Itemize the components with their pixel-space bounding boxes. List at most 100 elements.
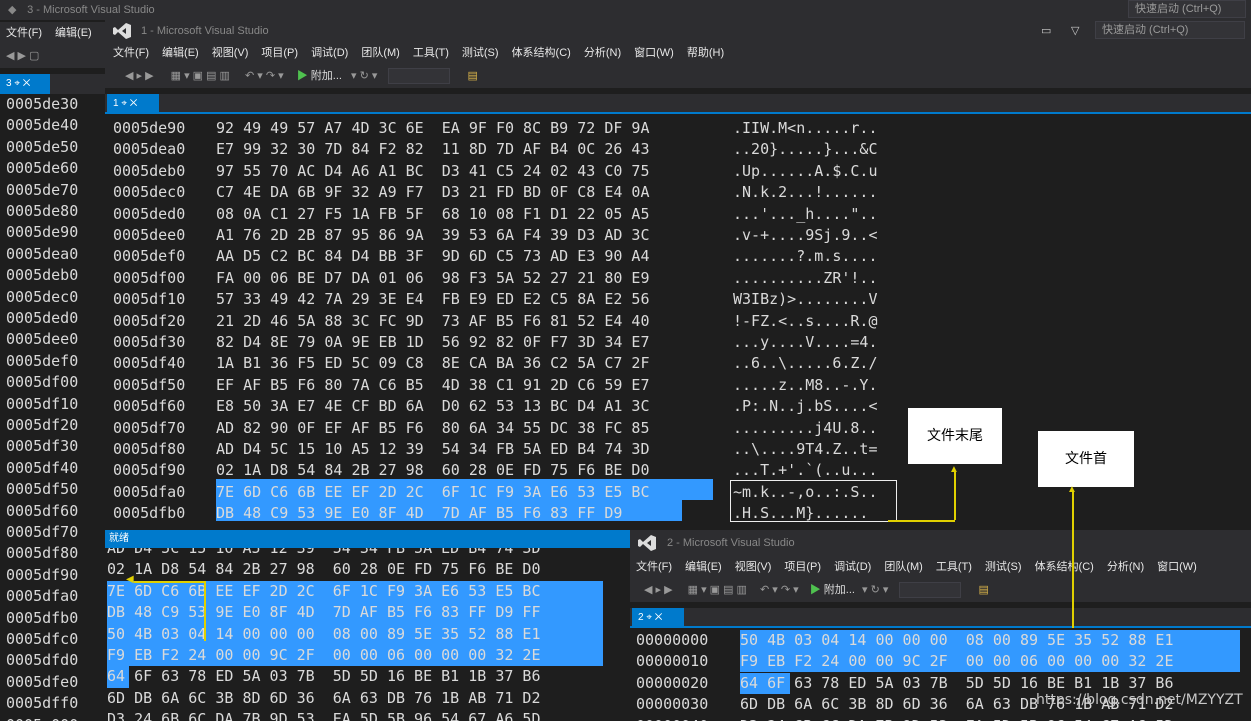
third-menu-item[interactable]: 文件(F) bbox=[636, 556, 672, 578]
hex-ascii[interactable]: .....z..M8..-.Y. bbox=[733, 375, 878, 396]
back-forward-icon[interactable]: ◀ ▸ ▶ bbox=[125, 70, 154, 82]
hex-bytes[interactable]: AD D4 5C 15 10 A5 12 39 54 34 FB 5A ED B… bbox=[107, 548, 540, 559]
hex-bytes[interactable]: F9 EB F2 24 00 00 9C 2F 00 00 06 00 00 0… bbox=[740, 651, 1173, 672]
third-menu-item[interactable]: 团队(M) bbox=[884, 556, 923, 578]
hex-ascii[interactable]: ..\....9T4.Z..t= bbox=[733, 439, 878, 460]
start-icon[interactable]: ▶ bbox=[810, 584, 821, 596]
main-menu-item[interactable]: 帮助(H) bbox=[687, 42, 724, 64]
third-menu-item[interactable]: 测试(S) bbox=[985, 556, 1022, 578]
hex-bytes[interactable]: AD D4 5C 15 10 A5 12 39 54 34 FB 5A ED B… bbox=[216, 439, 649, 460]
hex-bytes[interactable]: 1A B1 36 F5 ED 5C 09 C8 8E CA BA 36 C2 5… bbox=[216, 353, 649, 374]
main-quick-launch[interactable]: 快速启动 (Ctrl+Q) bbox=[1095, 21, 1245, 39]
hex-bytes[interactable]: 6D DB 6A 6C 3B 8D 6D 36 6A 63 DB 76 1B A… bbox=[107, 688, 540, 709]
start-icon[interactable]: ▶ bbox=[297, 70, 308, 82]
main-menu-item[interactable]: 视图(V) bbox=[212, 42, 249, 64]
main-menu-item[interactable]: 文件(F) bbox=[113, 42, 149, 64]
refresh-icon[interactable]: ▾ ↻ ▾ bbox=[862, 584, 888, 596]
hex-bytes[interactable]: FA 00 06 BE D7 DA 01 06 98 F3 5A 52 27 2… bbox=[216, 268, 649, 289]
main-menu-item[interactable]: 窗口(W) bbox=[634, 42, 674, 64]
main-doc-tab[interactable]: 1 ⌖ ✕ bbox=[107, 94, 159, 114]
attach-button[interactable]: 附加... bbox=[311, 70, 342, 82]
hex-ascii[interactable]: ...y....V....=4. bbox=[733, 332, 878, 353]
hex-bytes[interactable]: DB 48 C9 53 9E E0 8F 4D 7D AF B5 F6 83 F… bbox=[216, 503, 622, 524]
hex-bytes[interactable]: AA D5 C2 BC 84 D4 BB 3F 9D 6D C5 73 AD E… bbox=[216, 246, 649, 267]
hex-bytes[interactable]: 08 0A C1 27 F5 1A FB 5F 68 10 08 F1 D1 2… bbox=[216, 204, 649, 225]
third-menu-item[interactable]: 编辑(E) bbox=[685, 556, 722, 578]
hex-bytes[interactable]: 64 6F 63 78 ED 5A 03 7B 5D 5D 16 BE B1 1… bbox=[107, 666, 540, 687]
new-project-icon[interactable]: ▦ ▾ ▣ ▤ ▥ bbox=[171, 70, 230, 82]
hex-ascii[interactable]: ...T.+'.`(..u... bbox=[733, 460, 878, 481]
hex-bytes[interactable]: 7E 6D C6 6B EE EF 2D 2C 6F 1C F9 3A E6 5… bbox=[216, 482, 649, 503]
back-doc-tab[interactable]: 3 ⌖ ✕ bbox=[0, 74, 50, 94]
hex-ascii[interactable]: .H.S...M}...... bbox=[733, 503, 868, 524]
third-menu-item[interactable]: 视图(V) bbox=[735, 556, 772, 578]
main-menu-item[interactable]: 体系结构(C) bbox=[512, 42, 571, 64]
hex-ascii[interactable]: ~m.k..-,o..:.S.. bbox=[733, 482, 878, 503]
main-menu-item[interactable]: 调试(D) bbox=[311, 42, 348, 64]
back-forward-icon[interactable]: ◀ ▸ ▶ bbox=[644, 584, 673, 596]
hex-ascii[interactable]: .......?.m.s.... bbox=[733, 246, 878, 267]
hex-bytes[interactable]: 57 33 49 42 7A 29 3E E4 FB E9 ED E2 C5 8… bbox=[216, 289, 649, 310]
back-quick-launch[interactable]: 快速启动 (Ctrl+Q) bbox=[1128, 0, 1246, 18]
undo-icon[interactable]: ↶ ▾ ↷ ▾ bbox=[245, 70, 284, 82]
main-menu-item[interactable]: 编辑(E) bbox=[162, 42, 199, 64]
undo-icon[interactable]: ↶ ▾ ↷ ▾ bbox=[760, 584, 799, 596]
hex-ascii[interactable]: .v-+....9Sj.9..< bbox=[733, 225, 878, 246]
hex-bytes[interactable]: DB 48 C9 53 9E E0 8F 4D 7D AF B5 F6 83 F… bbox=[107, 602, 540, 623]
back-menu-file[interactable]: 文件(F) bbox=[6, 22, 42, 44]
hex-bytes[interactable]: F9 EB F2 24 00 00 9C 2F 00 00 06 00 00 0… bbox=[107, 645, 540, 666]
hex-ascii[interactable]: .Up......A.$.C.u bbox=[733, 161, 878, 182]
hex-ascii[interactable]: !-FZ.<..s....R.@ bbox=[733, 311, 878, 332]
third-menu-item[interactable]: 分析(N) bbox=[1107, 556, 1144, 578]
hex-bytes[interactable]: 64 6F 63 78 ED 5A 03 7B 5D 5D 16 BE B1 1… bbox=[740, 673, 1173, 694]
attach-button[interactable]: 附加... bbox=[824, 584, 855, 596]
third-menu-item[interactable]: 调试(D) bbox=[834, 556, 871, 578]
find-icon[interactable]: ▤ bbox=[468, 70, 478, 82]
hex-bytes[interactable]: D3 24 6B 6C DA 7B 9D 53 EA 5D 5B 96 54 6… bbox=[740, 716, 1173, 721]
filter-icon[interactable]: ▽ bbox=[1071, 20, 1079, 42]
hex-bytes[interactable]: E8 50 3A E7 4E CF BD 6A D0 62 53 13 BC D… bbox=[216, 396, 649, 417]
new-project-icon[interactable]: ▦ ▾ ▣ ▤ ▥ bbox=[688, 584, 747, 596]
main-menu-item[interactable]: 项目(P) bbox=[261, 42, 298, 64]
notification-icon[interactable]: ▭ bbox=[1041, 20, 1051, 42]
third-menu-item[interactable]: 体系结构(C) bbox=[1035, 556, 1094, 578]
config-dropdown[interactable] bbox=[388, 68, 451, 85]
hex-ascii[interactable]: .N.k.2...!...... bbox=[733, 182, 878, 203]
third-menu-item[interactable]: 窗口(W) bbox=[1157, 556, 1197, 578]
hex-bytes[interactable]: 50 4B 03 04 14 00 00 00 08 00 89 5E 35 5… bbox=[107, 624, 540, 645]
config-dropdown[interactable] bbox=[899, 582, 962, 599]
hex-ascii[interactable]: W3IBz)>........V bbox=[733, 289, 878, 310]
main-menu-item[interactable]: 测试(S) bbox=[462, 42, 499, 64]
hex-bytes[interactable]: AD 82 90 0F EF AF B5 F6 80 6A 34 55 DC 3… bbox=[216, 418, 649, 439]
hex-ascii[interactable]: ..6..\.....6.Z./ bbox=[733, 353, 878, 374]
main-menu-item[interactable]: 团队(M) bbox=[361, 42, 400, 64]
third-menu-item[interactable]: 工具(T) bbox=[936, 556, 972, 578]
hex-bytes[interactable]: 50 4B 03 04 14 00 00 00 08 00 89 5E 35 5… bbox=[740, 630, 1173, 651]
hex-bytes[interactable]: 02 1A D8 54 84 2B 27 98 60 28 0E FD 75 F… bbox=[216, 460, 649, 481]
third-doc-tab[interactable]: 2 ⌖ ✕ bbox=[632, 608, 684, 628]
hex-bytes[interactable]: A1 76 2D 2B 87 95 86 9A 39 53 6A F4 39 D… bbox=[216, 225, 649, 246]
hex-bytes[interactable]: C7 4E DA 6B 9F 32 A9 F7 D3 21 FD BD 0F C… bbox=[216, 182, 649, 203]
main-menu-item[interactable]: 分析(N) bbox=[584, 42, 621, 64]
third-menu-item[interactable]: 项目(P) bbox=[784, 556, 821, 578]
hex-bytes[interactable]: EF AF B5 F6 80 7A C6 B5 4D 38 C1 91 2D C… bbox=[216, 375, 649, 396]
hex-bytes[interactable]: 97 55 70 AC D4 A6 A1 BC D3 41 C5 24 02 4… bbox=[216, 161, 649, 182]
main-menu-item[interactable]: 工具(T) bbox=[413, 42, 449, 64]
hex-ascii[interactable]: ..20}.....}...&C bbox=[733, 139, 878, 160]
back-nav-icon[interactable]: ◀ ▶ ▢ bbox=[6, 50, 39, 62]
hex-ascii[interactable]: ..........ZR'!.. bbox=[733, 268, 878, 289]
hex-bytes[interactable]: 7E 6D C6 6B EE EF 2D 2C 6F 1C F9 3A E6 5… bbox=[107, 581, 540, 602]
hex-ascii[interactable]: .IIW.M<n.....r.. bbox=[733, 118, 878, 139]
hex-bytes[interactable]: 21 2D 46 5A 88 3C FC 9D 73 AF B5 F6 81 5… bbox=[216, 311, 649, 332]
hex-bytes[interactable]: E7 99 32 30 7D 84 F2 82 11 8D 7D AF B4 0… bbox=[216, 139, 649, 160]
refresh-icon[interactable]: ▾ ↻ ▾ bbox=[351, 70, 377, 82]
hex-bytes[interactable]: 92 49 49 57 A7 4D 3C 6E EA 9F F0 8C B9 7… bbox=[216, 118, 649, 139]
find-icon[interactable]: ▤ bbox=[979, 584, 989, 596]
hex-bytes[interactable]: 02 1A D8 54 84 2B 27 98 60 28 0E FD 75 F… bbox=[107, 559, 540, 580]
hex-ascii[interactable]: ...'..._h....".. bbox=[733, 204, 878, 225]
back-menu-edit[interactable]: 编辑(E) bbox=[55, 22, 92, 44]
hex-bytes[interactable]: D3 24 6B 6C DA 7B 9D 53 EA 5D 5B 96 54 6… bbox=[107, 709, 540, 721]
hex-bytes[interactable]: 82 D4 8E 79 0A 9E EB 1D 56 92 82 0F F7 3… bbox=[216, 332, 649, 353]
hex-ascii[interactable]: .P:.N..j.bS....< bbox=[733, 396, 878, 417]
hex-ascii[interactable]: .........j4U.8.. bbox=[733, 418, 878, 439]
